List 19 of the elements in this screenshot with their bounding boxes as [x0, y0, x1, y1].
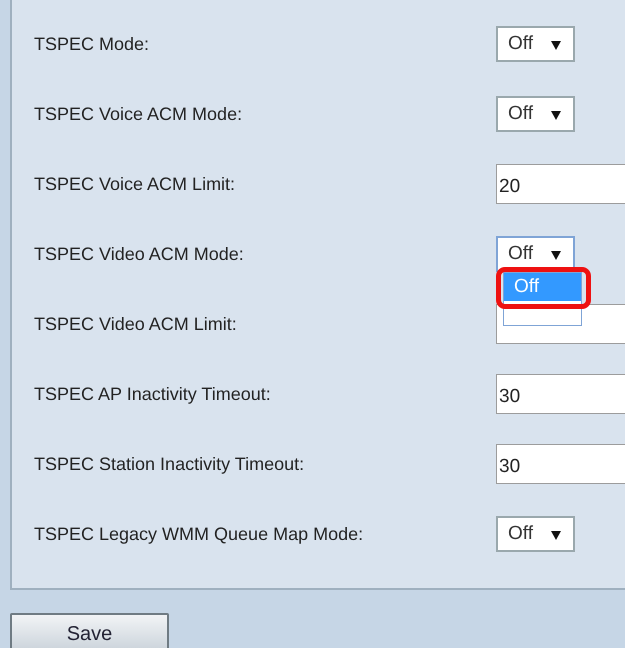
input-field[interactable]: 20 — [496, 164, 625, 204]
setting-label: TSPEC Mode: — [33, 34, 150, 54]
dropdown[interactable]: Off — [496, 516, 575, 552]
caret-icon — [551, 251, 561, 260]
setting-label: TSPEC AP Inactivity Timeout: — [33, 384, 272, 404]
input-field[interactable]: 30 — [496, 374, 625, 414]
dropdown[interactable]: Off — [496, 26, 575, 62]
setting-label: TSPEC Voice ACM Mode: — [33, 104, 244, 124]
caret-icon — [551, 111, 561, 120]
setting-label: TSPEC Video ACM Limit: — [33, 314, 238, 334]
setting-label: TSPEC Video ACM Mode: — [33, 244, 245, 264]
setting-label: TSPEC Voice ACM Limit: — [33, 174, 236, 194]
input-field[interactable]: 30 — [496, 444, 625, 484]
save-button[interactable]: Save — [10, 613, 169, 648]
setting-label: TSPEC Station Inactivity Timeout: — [33, 454, 306, 474]
dropdown[interactable]: Off — [496, 96, 575, 132]
caret-icon — [551, 41, 561, 50]
setting-label: TSPEC Legacy WMM Queue Map Mode: — [33, 524, 364, 544]
caret-icon — [551, 531, 561, 540]
